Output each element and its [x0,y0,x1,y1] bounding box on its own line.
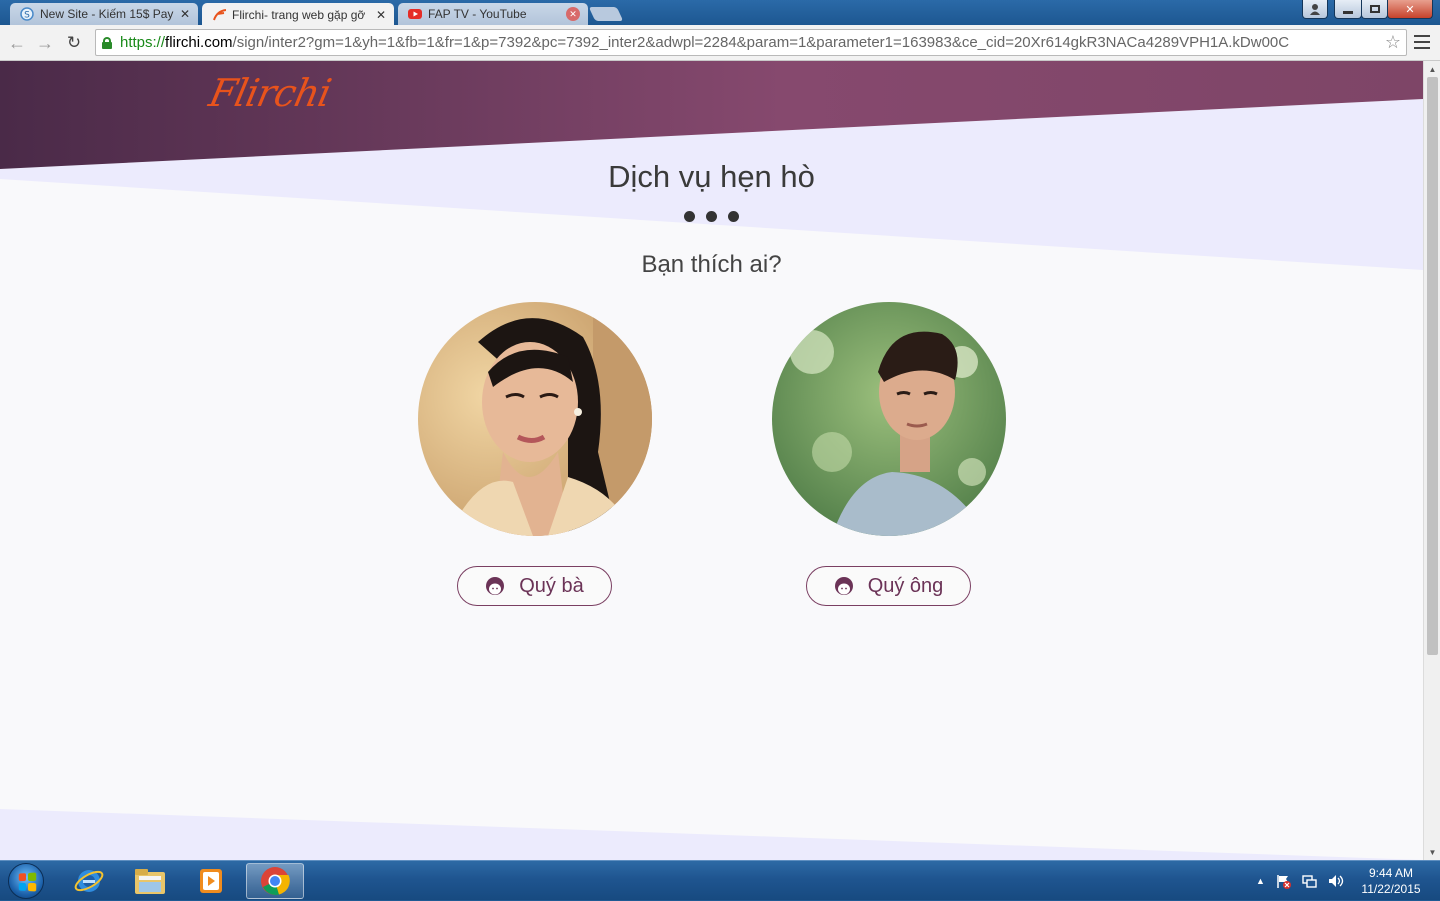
new-tab-button[interactable] [588,7,624,21]
site-icon: S [20,7,34,21]
internet-explorer-icon [74,870,104,892]
woman-option-label: Quý bà [519,574,584,597]
tab-title: FAP TV - YouTube [428,7,527,21]
scroll-thumb[interactable] [1427,77,1438,655]
windows-logo-icon [18,872,37,892]
start-button[interactable] [8,863,44,899]
taskbar-internet-explorer[interactable] [60,863,118,899]
man-face-icon [834,577,853,595]
tab-title: Flirchi- trang web gặp gỡ [232,7,366,22]
show-hidden-icons-icon[interactable]: ▲ [1256,876,1265,886]
windows-taskbar: ▲ 9:44 AM 11/22/2015 [0,860,1440,900]
page-title: Dịch vụ hẹn hò [608,159,815,194]
bookmark-star-icon[interactable]: ☆ [1382,32,1404,53]
chrome-menu-icon[interactable] [1414,35,1430,49]
scroll-down-icon[interactable]: ▼ [1424,844,1440,860]
tab-youtube[interactable]: FAP TV - YouTube ✕ [398,3,588,25]
taskbar-chrome[interactable] [246,863,304,899]
woman-portrait[interactable] [418,302,652,536]
svg-text:S: S [24,11,30,21]
clock-time: 9:44 AM [1368,866,1414,880]
back-button[interactable]: ← [6,32,28,54]
action-center-flag-icon[interactable] [1275,873,1291,889]
youtube-icon [408,7,422,21]
scroll-up-icon[interactable]: ▲ [1424,61,1440,77]
taskbar-clock[interactable]: 9:44 AM 11/22/2015 [1352,865,1430,897]
tab-strip: S New Site - Kiếm 15$ Payp ✕ Flirchi- tr… [0,0,1440,26]
volume-icon[interactable] [1327,873,1345,889]
tab-flirchi[interactable]: Flirchi- trang web gặp gỡ ✕ [202,3,394,26]
tab-close-icon[interactable]: ✕ [566,7,580,21]
taskbar-media-player[interactable] [182,863,240,899]
network-icon[interactable] [1301,873,1317,889]
tab-new-site[interactable]: S New Site - Kiếm 15$ Payp ✕ [10,3,198,25]
tab-close-icon[interactable]: ✕ [180,7,190,21]
lock-icon [102,36,112,49]
question-text: Bạn thích ai? [641,251,782,278]
system-tray: ▲ [1256,861,1345,901]
man-option-label: Quý ông [867,574,944,597]
user-icon [1310,4,1320,15]
arrow-left-icon: ← [8,32,26,53]
choose-man-button[interactable]: Quý ông [806,566,971,606]
maximize-button[interactable] [1361,0,1388,19]
address-bar[interactable]: https://flirchi.com/sign/inter2?gm=1&yh=… [95,29,1407,56]
file-explorer-icon [135,869,165,894]
chrome-icon [261,867,290,895]
minimize-icon [1343,10,1353,14]
progress-dots [684,211,739,222]
vertical-scrollbar[interactable]: ▲ ▼ [1423,61,1440,860]
choose-woman-button[interactable]: Quý bà [457,566,612,606]
woman-face-icon [486,577,505,595]
reload-icon: ↻ [66,33,82,52]
page-viewport: Flirchi Dịch vụ hẹn hò Bạn thích ai? Quý… [0,61,1423,860]
media-player-icon [200,869,222,893]
reload-button[interactable]: ↻ [63,32,85,54]
flirchi-logo[interactable]: Flirchi [205,71,334,115]
forward-button[interactable]: → [34,32,56,54]
close-icon: ✕ [1405,3,1415,16]
tab-close-icon[interactable]: ✕ [376,8,386,22]
tab-title: New Site - Kiếm 15$ Payp [40,7,174,21]
restore-icon [1369,5,1380,13]
flirchi-icon [212,8,226,22]
arrow-right-icon: → [36,32,54,53]
close-window-button[interactable]: ✕ [1387,0,1433,19]
minimize-button[interactable] [1334,0,1362,19]
clock-date: 11/22/2015 [1361,882,1421,896]
browser-toolbar: ← → ↻ https://flirchi.com/sign/inter2?gm… [0,25,1440,61]
man-portrait[interactable] [772,302,1006,536]
url-text[interactable]: https://flirchi.com/sign/inter2?gm=1&yh=… [120,34,1382,51]
profile-button[interactable] [1302,0,1328,19]
taskbar-file-explorer[interactable] [121,863,179,899]
